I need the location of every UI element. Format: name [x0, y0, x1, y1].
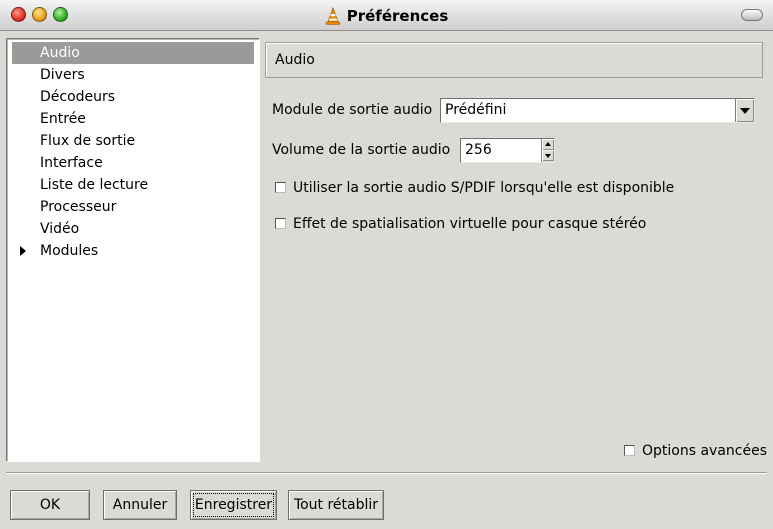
category-label: Décodeurs: [40, 89, 116, 105]
section-title: Audio: [275, 52, 315, 68]
vlc-cone-icon: [325, 6, 341, 25]
toolbar-toggle-icon[interactable]: [741, 9, 763, 21]
category-item-entree[interactable]: Entrée: [12, 108, 254, 130]
category-item-flux-de-sortie[interactable]: Flux de sortie: [12, 130, 254, 152]
category-item-decodeurs[interactable]: Décodeurs: [12, 86, 254, 108]
category-label: Modules: [40, 243, 99, 259]
volume-value[interactable]: 256: [465, 139, 492, 162]
output-module-label: Module de sortie audio: [272, 102, 433, 118]
separator: [6, 472, 767, 474]
category-list[interactable]: Audio Divers Décodeurs Entrée Flux de so…: [6, 38, 260, 462]
spin-up-icon[interactable]: [542, 139, 554, 150]
output-module-value: Prédéfini: [445, 102, 507, 118]
category-label: Flux de sortie: [40, 133, 136, 149]
category-label: Audio: [40, 45, 80, 61]
category-item-audio[interactable]: Audio: [12, 42, 254, 64]
category-item-interface[interactable]: Interface: [12, 152, 254, 174]
category-label: Processeur: [40, 199, 117, 215]
category-label: Interface: [40, 155, 103, 171]
title-bar: Préférences: [0, 0, 773, 31]
spdif-checkbox[interactable]: [275, 182, 286, 193]
triangle-right-icon[interactable]: [20, 246, 26, 256]
category-item-divers[interactable]: Divers: [12, 64, 254, 86]
window-title: Préférences: [346, 6, 449, 25]
spin-down-icon[interactable]: [542, 150, 554, 161]
save-button[interactable]: Enregistrer: [190, 490, 277, 520]
category-label: Entrée: [40, 111, 86, 127]
reset-all-button[interactable]: Tout rétablir: [288, 490, 384, 520]
category-item-video[interactable]: Vidéo: [12, 218, 254, 240]
volume-spinbox[interactable]: 256: [460, 138, 555, 163]
category-label: Divers: [40, 67, 85, 83]
category-item-processeur[interactable]: Processeur: [12, 196, 254, 218]
category-label: Vidéo: [40, 221, 80, 237]
window-title-group: Préférences: [0, 0, 773, 31]
section-header: Audio: [265, 42, 763, 78]
cancel-button[interactable]: Annuler: [103, 490, 177, 520]
volume-stepper: [541, 139, 554, 162]
advanced-options-label: Options avancées: [642, 443, 768, 459]
spatialization-label: Effet de spatialisation virtuelle pour c…: [293, 216, 647, 232]
spdif-label: Utiliser la sortie audio S/PDIF lorsqu'e…: [293, 180, 675, 196]
output-module-select[interactable]: Prédéfini: [440, 98, 755, 123]
volume-label: Volume de la sortie audio: [272, 142, 451, 158]
category-item-modules[interactable]: Modules: [12, 240, 254, 262]
chevron-down-icon[interactable]: [735, 99, 754, 122]
advanced-options-checkbox[interactable]: [624, 445, 635, 456]
category-label: Liste de lecture: [40, 177, 149, 193]
ok-button[interactable]: OK: [10, 490, 90, 520]
spatialization-checkbox[interactable]: [275, 218, 286, 229]
category-item-liste-de-lecture[interactable]: Liste de lecture: [12, 174, 254, 196]
